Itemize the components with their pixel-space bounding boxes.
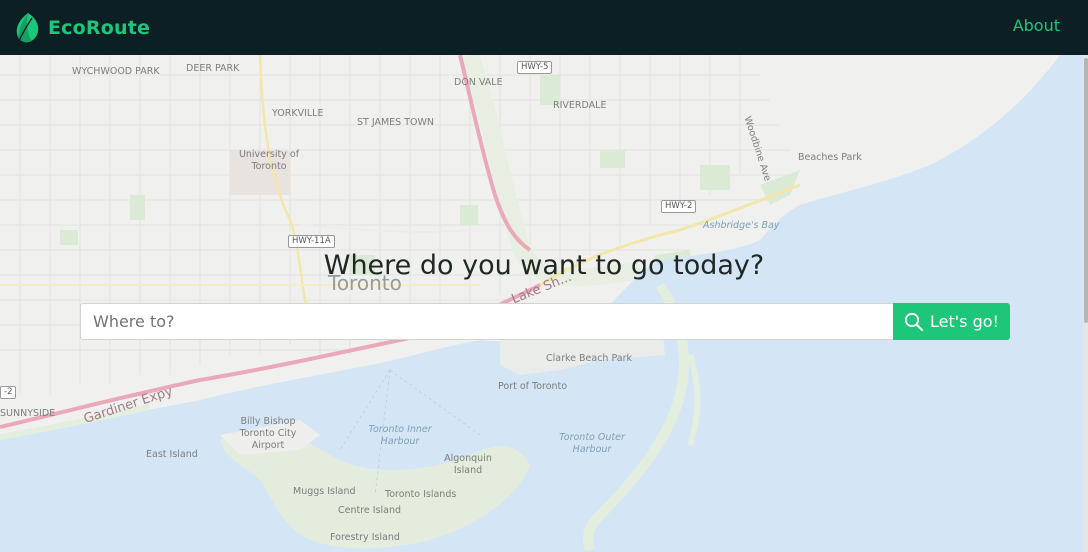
map-label: Forestry Island [330, 532, 400, 543]
map-label: Beaches Park [798, 152, 862, 163]
lets-go-button[interactable]: Let's go! [893, 303, 1010, 340]
hero-title: Where do you want to go today? [323, 250, 765, 281]
map-label: DEER PARK [186, 63, 240, 74]
map-label: Toronto Inner Harbour [368, 424, 432, 447]
map-label: Muggs Island [293, 486, 356, 497]
map-label: Centre Island [338, 505, 402, 516]
search-bar: Let's go! [80, 303, 1010, 340]
map-label: DON VALE [454, 77, 503, 88]
map-label: Toronto Outer Harbour [559, 432, 625, 455]
highway-shield: HWY-2 [661, 200, 697, 213]
highway-shield: HWY-5 [517, 61, 553, 74]
map-label: WYCHWOOD PARK [72, 66, 160, 77]
map-label: Ashbridge's Bay [703, 220, 780, 231]
map-label: RIVERDALE [553, 100, 607, 111]
leaf-logo-icon [16, 13, 39, 43]
map-label: YORKVILLE [272, 108, 324, 119]
map-label: University of Toronto [238, 149, 300, 172]
hero-section: Where do you want to go today? [0, 250, 1088, 281]
brand-link[interactable]: EcoRoute [14, 10, 150, 46]
top-navbar: EcoRoute About [0, 0, 1088, 55]
map-label: SUNNYSIDE [0, 408, 56, 419]
destination-search-input[interactable] [80, 303, 893, 340]
search-icon [904, 312, 924, 331]
about-link[interactable]: About [1013, 16, 1060, 35]
map-label: East Island [146, 449, 198, 460]
highway-shield: -2 [0, 386, 17, 399]
page-scrollbar-thumb[interactable] [1084, 58, 1088, 323]
map-label: Toronto Islands [385, 489, 457, 500]
map-label: Clarke Beach Park [546, 353, 633, 364]
highway-shield: HWY-11A [288, 235, 335, 248]
map-label: ST JAMES TOWN [357, 117, 435, 128]
map-label: Port of Toronto [498, 381, 568, 392]
map-label: Algonquin Island [444, 453, 492, 476]
lets-go-label: Let's go! [930, 312, 999, 331]
brand-name: EcoRoute [48, 17, 151, 39]
map-label: Billy Bishop Toronto City Airport [239, 416, 297, 451]
